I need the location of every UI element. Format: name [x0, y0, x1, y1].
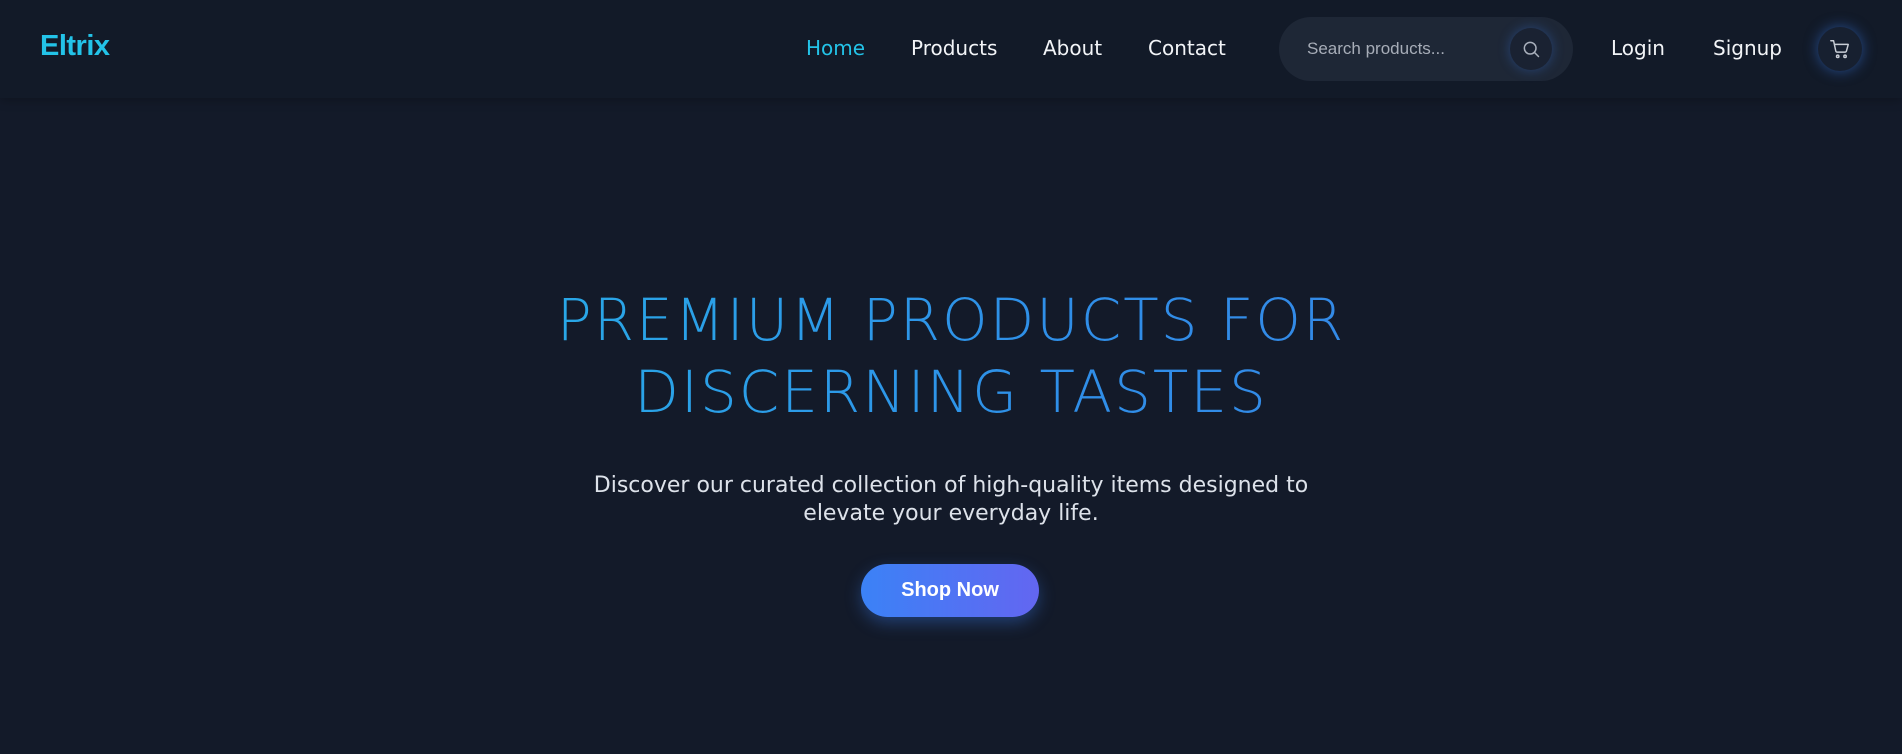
- navbar: Eltrix Home Products About Contact Login…: [0, 0, 1902, 98]
- nav-link-contact[interactable]: Contact: [1148, 36, 1226, 60]
- brand-logo[interactable]: Eltrix: [40, 30, 110, 63]
- hero-title-line-1: PREMIUM PRODUCTS FOR: [556, 286, 1346, 354]
- login-link[interactable]: Login: [1611, 36, 1665, 60]
- shop-now-button[interactable]: Shop Now: [861, 564, 1039, 617]
- hero-title-line-2: DISCERNING TASTES: [634, 358, 1268, 426]
- search-input[interactable]: [1305, 17, 1505, 81]
- hero-section: PREMIUM PRODUCTS FOR DISCERNING TASTES D…: [0, 98, 1902, 754]
- search-bar: [1279, 17, 1573, 81]
- cart-icon: [1830, 40, 1849, 59]
- signup-link[interactable]: Signup: [1713, 36, 1782, 60]
- search-icon: [1523, 41, 1540, 58]
- hero-subtitle: Discover our curated collection of high-…: [593, 473, 1309, 526]
- cart-button[interactable]: [1818, 27, 1862, 71]
- nav-link-products[interactable]: Products: [911, 36, 997, 60]
- search-button[interactable]: [1510, 28, 1552, 70]
- nav-link-about[interactable]: About: [1043, 36, 1102, 60]
- nav-link-home[interactable]: Home: [806, 36, 865, 60]
- hero-title: PREMIUM PRODUCTS FOR DISCERNING TASTES: [0, 284, 1902, 428]
